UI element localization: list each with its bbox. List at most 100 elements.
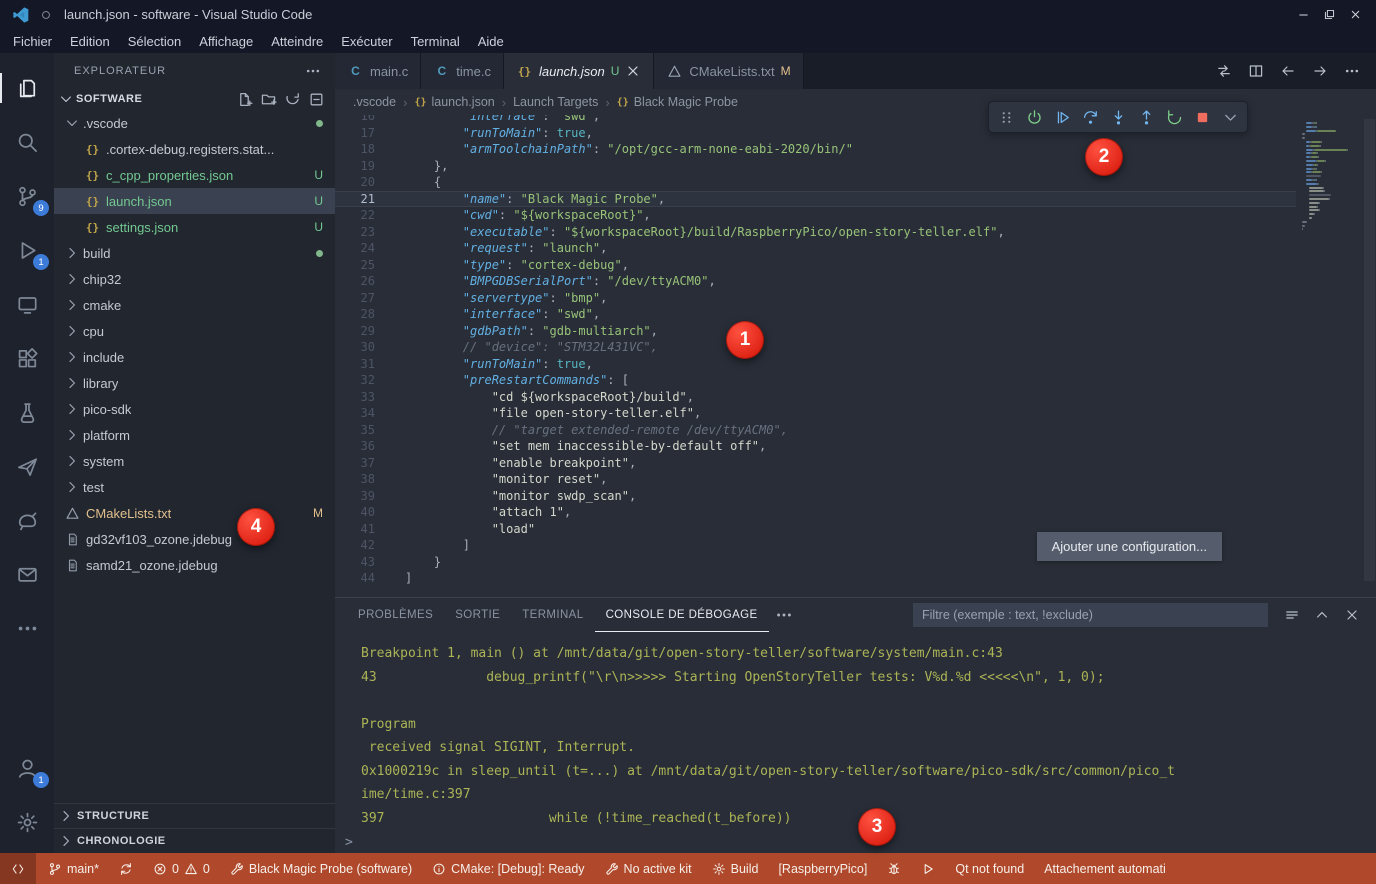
refresh-icon[interactable] xyxy=(284,91,301,108)
code-line[interactable]: 34 "file open-story-teller.elf", xyxy=(335,405,1296,422)
status-cmake-build[interactable]: Build xyxy=(702,853,769,884)
tree-item-test[interactable]: test xyxy=(54,474,335,500)
status-qt[interactable]: Qt not found xyxy=(945,853,1034,884)
arrow-left-icon[interactable] xyxy=(1280,63,1296,79)
status-problems[interactable]: 00 xyxy=(143,853,220,884)
tab-time-c[interactable]: Ctime.c xyxy=(421,53,504,89)
activity-more[interactable] xyxy=(0,601,54,655)
code-line[interactable]: 44] xyxy=(335,570,1296,587)
breadcrumb-item-launch-json[interactable]: {}launch.json xyxy=(414,95,494,109)
gripper-icon[interactable] xyxy=(993,104,1019,130)
code-line[interactable]: 31 "runToMain": true, xyxy=(335,356,1296,373)
code-line[interactable]: 28 "interface": "swd", xyxy=(335,306,1296,323)
section-structure[interactable]: STRUCTURE xyxy=(54,803,335,828)
close-window-button[interactable] xyxy=(1342,0,1368,29)
tab-cmakelists-txt[interactable]: CMakeLists.txtM xyxy=(654,53,803,89)
tree-item-cpu[interactable]: cpu xyxy=(54,318,335,344)
code-line[interactable]: 32 "preRestartCommands": [ xyxy=(335,372,1296,389)
status-cmake-kit[interactable]: No active kit xyxy=(595,853,702,884)
tree-item-cmake[interactable]: cmake xyxy=(54,292,335,318)
code-line[interactable]: 29 "gdbPath": "gdb-multiarch", xyxy=(335,323,1296,340)
code-line[interactable]: 39 "monitor swdp_scan", xyxy=(335,488,1296,505)
activity-messages[interactable] xyxy=(0,547,54,601)
status-cmake-debug[interactable] xyxy=(877,853,911,884)
status-debug-config[interactable]: Black Magic Probe (software) xyxy=(220,853,422,884)
code-line[interactable]: 27 "servertype": "bmp", xyxy=(335,290,1296,307)
code-line[interactable]: 37 "enable breakpoint", xyxy=(335,455,1296,472)
code-line[interactable]: 20 { xyxy=(335,174,1296,191)
continue-icon[interactable] xyxy=(1049,104,1075,130)
code-line[interactable]: 25 "type": "cortex-debug", xyxy=(335,257,1296,274)
split-icon[interactable] xyxy=(1248,63,1264,79)
tree-item-pico-sdk[interactable]: pico-sdk xyxy=(54,396,335,422)
tab-launch-json[interactable]: {}launch.jsonU xyxy=(504,53,654,89)
activity-testing[interactable] xyxy=(0,385,54,439)
chevron-up-icon[interactable] xyxy=(1314,607,1330,623)
new-file-icon[interactable] xyxy=(236,91,253,108)
tree-item-launch-json[interactable]: {}launch.jsonU xyxy=(54,188,335,214)
activity-extensions[interactable] xyxy=(0,331,54,385)
tree-item-chip32[interactable]: chip32 xyxy=(54,266,335,292)
activity-run-and-debug[interactable]: 1 xyxy=(0,223,54,277)
code-line[interactable]: 19 }, xyxy=(335,158,1296,175)
code-line[interactable]: 23 "executable": "${workspaceRoot}/build… xyxy=(335,224,1296,241)
tree-item-build[interactable]: build xyxy=(54,240,335,266)
menu-terminal[interactable]: Terminal xyxy=(402,34,469,49)
code-line[interactable]: 22 "cwd": "${workspaceRoot}", xyxy=(335,207,1296,224)
scrollbar[interactable] xyxy=(1364,119,1375,581)
tree-item-c-cpp-properties-json[interactable]: {}c_cpp_properties.jsonU xyxy=(54,162,335,188)
code-line[interactable]: 30 // "device": "STM32L431VC", xyxy=(335,339,1296,356)
step-into-icon[interactable] xyxy=(1105,104,1131,130)
collapse-all-icon[interactable] xyxy=(308,91,325,108)
code-line[interactable]: 21 "name": "Black Magic Probe", xyxy=(335,191,1296,208)
panel-tab-probl-mes[interactable]: PROBLÈMES xyxy=(347,598,444,632)
compare-icon[interactable] xyxy=(1216,63,1232,79)
breadcrumb-item-launch-targets[interactable]: Launch Targets xyxy=(513,95,598,109)
status-sync[interactable] xyxy=(109,853,143,884)
activity-accounts[interactable]: 1 xyxy=(0,741,54,795)
activity-source-control[interactable]: 9 xyxy=(0,169,54,223)
activity-search[interactable] xyxy=(0,115,54,169)
add-configuration-button[interactable]: Ajouter une configuration... xyxy=(1037,532,1222,561)
code-line[interactable]: 35 // "target extended-remote /dev/ttyAC… xyxy=(335,422,1296,439)
stop-icon[interactable] xyxy=(1189,104,1215,130)
tree-item-vscode[interactable]: .vscode xyxy=(54,110,335,136)
breadcrumb-item-black-magic-probe[interactable]: {}Black Magic Probe xyxy=(617,95,738,109)
minimize-button[interactable] xyxy=(1290,0,1316,29)
panel-tab-terminal[interactable]: TERMINAL xyxy=(511,598,594,632)
step-over-icon[interactable] xyxy=(1077,104,1103,130)
status-cmake-launch[interactable] xyxy=(911,853,945,884)
panel-more-icon[interactable] xyxy=(775,606,793,624)
code-line[interactable]: 38 "monitor reset", xyxy=(335,471,1296,488)
code-line[interactable]: 24 "request": "launch", xyxy=(335,240,1296,257)
menu-affichage[interactable]: Affichage xyxy=(190,34,262,49)
arrow-right-icon[interactable] xyxy=(1312,63,1328,79)
status-remote[interactable] xyxy=(0,853,36,884)
status-cmake-target[interactable]: [RaspberryPico] xyxy=(768,853,877,884)
sidebar-more-icon[interactable] xyxy=(305,63,321,79)
tree-item-samd21-ozone-jdebug[interactable]: samd21_ozone.jdebug xyxy=(54,552,335,578)
menu-fichier[interactable]: Fichier xyxy=(4,34,61,49)
section-chronologie[interactable]: CHRONOLOGIE xyxy=(54,828,335,853)
lines-icon[interactable] xyxy=(1284,607,1300,623)
panel-tab-sortie[interactable]: SORTIE xyxy=(444,598,511,632)
status-cmake-status[interactable]: CMake: [Debug]: Ready xyxy=(422,853,594,884)
maximize-button[interactable] xyxy=(1316,0,1342,29)
tree-item-gd32vf103-ozone-jdebug[interactable]: gd32vf103_ozone.jdebug xyxy=(54,526,335,552)
menu-edition[interactable]: Edition xyxy=(61,34,119,49)
close-icon[interactable] xyxy=(625,63,641,79)
status-auto-attach[interactable]: Attachement automati xyxy=(1034,853,1176,884)
tree-item-cortex-debug-registers-stat[interactable]: {}.cortex-debug.registers.stat... xyxy=(54,136,335,162)
new-folder-icon[interactable] xyxy=(260,91,277,108)
activity-docker[interactable] xyxy=(0,493,54,547)
ellipsis-icon[interactable] xyxy=(1344,63,1360,79)
tab-main-c[interactable]: Cmain.c xyxy=(335,53,421,89)
code-line[interactable]: 26 "BMPGDBSerialPort": "/dev/ttyACM0", xyxy=(335,273,1296,290)
tree-item-settings-json[interactable]: {}settings.jsonU xyxy=(54,214,335,240)
debug-filter-input[interactable] xyxy=(913,603,1268,627)
step-out-icon[interactable] xyxy=(1133,104,1159,130)
breadcrumb-item-vscode[interactable]: .vscode xyxy=(353,95,396,109)
menu-ex-cuter[interactable]: Exécuter xyxy=(332,34,401,49)
code-line[interactable]: 33 "cd ${workspaceRoot}/build", xyxy=(335,389,1296,406)
restart-icon[interactable] xyxy=(1161,104,1187,130)
